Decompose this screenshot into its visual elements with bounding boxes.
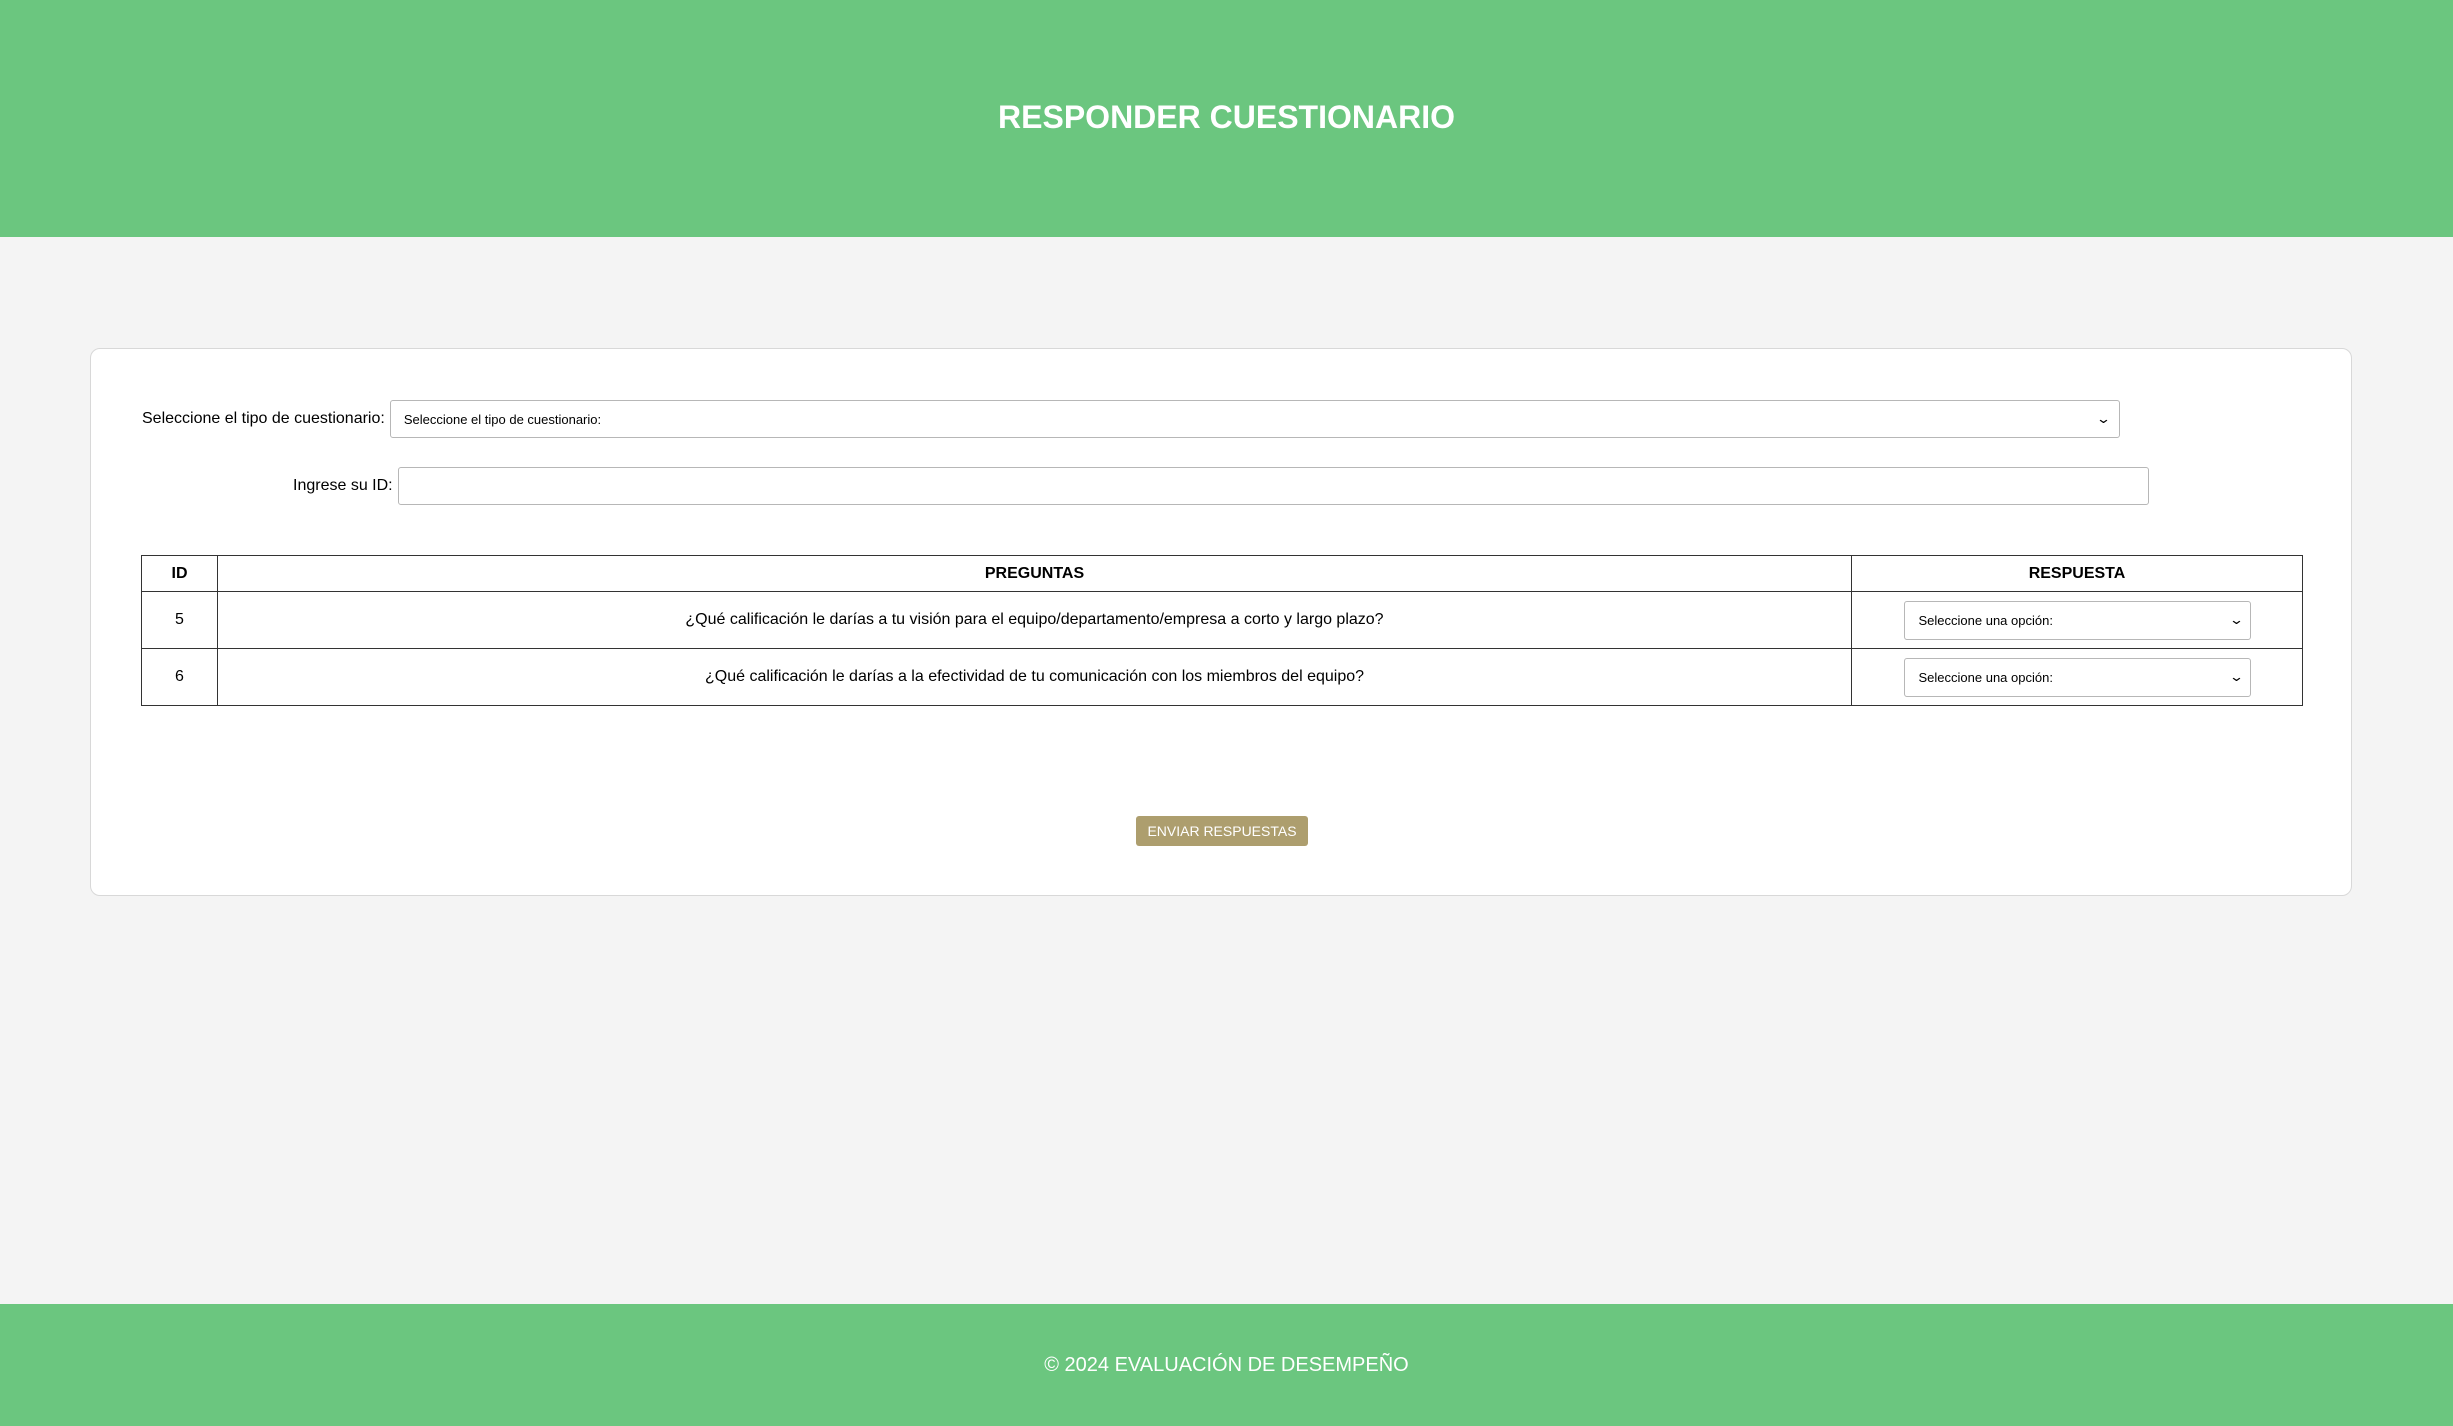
footer-text: © 2024 EVALUACIÓN DE DESEMPEÑO (1044, 1353, 1409, 1376)
column-header-id: ID (141, 555, 218, 592)
question-id: 5 (141, 591, 218, 649)
chevron-down-icon: ⌄ (2228, 612, 2244, 627)
chevron-down-icon: ⌄ (2095, 411, 2112, 426)
question-text: ¿Qué calificación le darías a la efectiv… (217, 648, 1852, 706)
table-row: 6 ¿Qué calificación le darías a la efect… (141, 648, 2303, 706)
column-header-respuesta: RESPUESTA (1851, 555, 2303, 592)
answer-cell: Seleccione una opción: ⌄ (1851, 591, 2303, 649)
answer-cell: Seleccione una opción: ⌄ (1851, 648, 2303, 706)
answer-select-value: Seleccione una opción: (1918, 612, 2053, 628)
question-text: ¿Qué calificación le darías a tu visión … (217, 591, 1852, 649)
answer-select-value: Seleccione una opción: (1918, 669, 2053, 685)
table-header-row: ID PREGUNTAS RESPUESTA (141, 555, 2303, 592)
page-header: RESPONDER CUESTIONARIO (0, 0, 2453, 237)
questionnaire-type-label: Seleccione el tipo de cuestionario: (142, 410, 385, 427)
page-title: RESPONDER CUESTIONARIO (998, 99, 1455, 135)
answer-select[interactable]: Seleccione una opción: ⌄ (1903, 657, 2251, 697)
column-header-preguntas: PREGUNTAS (217, 555, 1852, 592)
questionnaire-type-row: Seleccione el tipo de cuestionario: Sele… (142, 400, 2120, 438)
questionnaire-type-select-value: Seleccione el tipo de cuestionario: (403, 411, 602, 427)
questionnaire-type-select[interactable]: Seleccione el tipo de cuestionario: ⌄ (389, 400, 2120, 438)
page-footer: © 2024 EVALUACIÓN DE DESEMPEÑO (0, 1304, 2453, 1426)
answer-select[interactable]: Seleccione una opción: ⌄ (1903, 600, 2251, 640)
chevron-down-icon: ⌄ (2228, 669, 2244, 684)
user-id-input[interactable] (397, 467, 2149, 505)
user-id-row: Ingrese su ID: (293, 467, 2149, 505)
questions-table: ID PREGUNTAS RESPUESTA 5 ¿Qué calificaci… (141, 555, 2303, 706)
table-row: 5 ¿Qué calificación le darías a tu visió… (141, 591, 2303, 649)
question-id: 6 (141, 648, 218, 706)
user-id-label: Ingrese su ID: (293, 477, 393, 494)
submit-answers-button[interactable]: ENVIAR RESPUESTAS (1136, 816, 1308, 846)
